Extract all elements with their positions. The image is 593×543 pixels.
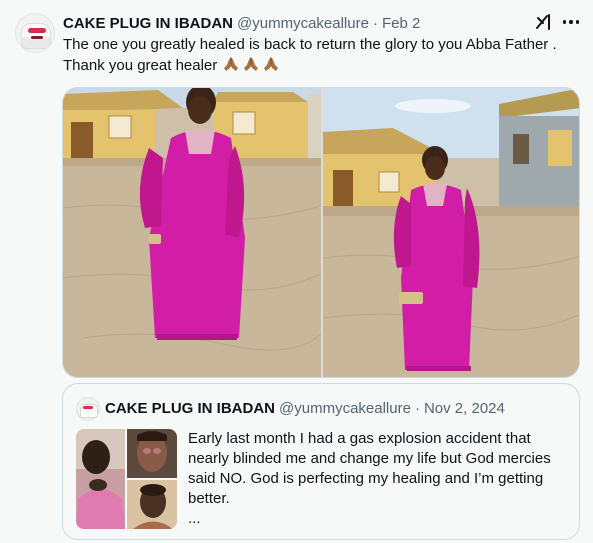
quoted-media-grid [76,429,177,529]
folded-hands-icon [224,57,239,71]
author-handle[interactable]: @yummycakeallure [237,15,369,32]
folded-hands-icon [244,57,259,71]
media-grid [62,87,580,378]
quoted-text-line: nearly blinded me and change my life but… [188,450,551,467]
quoted-tweet[interactable]: CAKE PLUG IN IBADAN @yummycakeallure · N… [62,383,580,540]
tweet-text-line: Thank you great healer [63,55,578,79]
quoted-photo-1[interactable] [76,429,125,529]
photo-left[interactable] [63,88,322,377]
quoted-date: Nov 2, 2024 [423,399,505,417]
quoted-photo-3[interactable] [127,480,177,529]
quoted-text-line: ... [188,510,201,527]
tweet-date[interactable]: Feb 2 [382,15,420,32]
quoted-author-name: CAKE PLUG IN IBADAN [105,399,276,417]
grok-icon[interactable] [534,12,554,32]
folded-hands-emoji-group [222,55,282,79]
header-separator: · [372,14,378,32]
quoted-header: CAKE PLUG IN IBADAN @yummycakeallure · N… [105,398,505,418]
tweet[interactable]: CAKE PLUG IN IBADAN @yummycakeallure · F… [0,0,593,543]
folded-hands-icon [264,57,279,71]
author-avatar[interactable] [15,13,55,53]
more-icon[interactable] [561,12,581,32]
quoted-separator: · [414,399,420,417]
tweet-text-line: The one you greatly healed is back to re… [63,36,557,53]
quoted-author-avatar [76,397,100,421]
photo-right[interactable] [322,88,579,377]
tweet-text: The one you greatly healed is back to re… [63,35,578,79]
quoted-author-handle: @yummycakeallure [279,399,411,417]
quoted-photo-2[interactable] [127,429,177,478]
author-name[interactable]: CAKE PLUG IN IBADAN [63,15,233,32]
tweet-header: CAKE PLUG IN IBADAN @yummycakeallure · F… [63,13,420,33]
quoted-text-line: Early last month I had a gas explosion a… [188,430,531,447]
quoted-text: Early last month I had a gas explosion a… [188,429,573,529]
quoted-text-line: said NO. God is perfecting my healing an… [188,470,544,487]
quoted-text-line: better. [188,490,230,507]
